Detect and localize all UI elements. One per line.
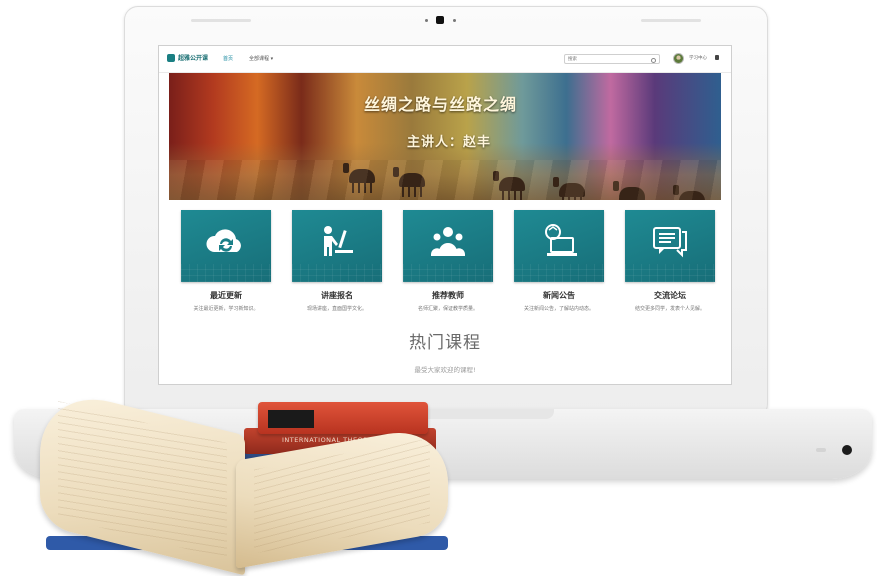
page-lines bbox=[58, 400, 227, 560]
lid-slot bbox=[191, 19, 251, 22]
top-nav: 超雅公开课 首页 全部课程 ▾ 搜索 学习中心 bbox=[159, 46, 731, 73]
feature-tile[interactable] bbox=[625, 210, 715, 282]
feature-recommended-teachers[interactable]: 推荐教师 名师汇聚，保证教学质量。 bbox=[403, 210, 493, 312]
feature-recent-updates[interactable]: 最近更新 关注最近更新，学习新知识。 bbox=[181, 210, 271, 312]
camel-silhouette bbox=[613, 181, 645, 200]
feature-grid: 最近更新 关注最近更新，学习新知识。 讲座报名 现场讲座，直面国学文化。 推荐教… bbox=[181, 210, 721, 328]
feature-desc: 关注新闻公告，了解站内动态。 bbox=[523, 306, 594, 312]
feature-tile[interactable] bbox=[181, 210, 271, 282]
feature-tile[interactable] bbox=[514, 210, 604, 282]
camel-silhouette bbox=[553, 177, 585, 200]
feature-news[interactable]: 新闻公告 关注新闻公告，了解站内动态。 bbox=[514, 210, 604, 312]
forum-icon bbox=[653, 227, 687, 258]
power-led bbox=[816, 448, 826, 452]
feature-tile[interactable] bbox=[403, 210, 493, 282]
logo-text: 超雅公开课 bbox=[178, 55, 209, 62]
feature-tile[interactable] bbox=[292, 210, 382, 282]
hot-courses-subtitle: 最受大家欢迎的课程! bbox=[414, 366, 476, 374]
user-center-link[interactable]: 学习中心 bbox=[689, 55, 707, 61]
hot-courses-title: 热门课程 bbox=[409, 333, 481, 353]
feature-desc: 结交更多同学，发表个人见解。 bbox=[634, 306, 705, 312]
feature-forum[interactable]: 交流论坛 结交更多同学，发表个人见解。 bbox=[625, 210, 715, 312]
book-stack: CE INTERNATIONAL THEORY bbox=[40, 384, 460, 576]
banner-speaker: 主讲人：赵丰 bbox=[407, 135, 492, 150]
hero-banner[interactable]: 丝绸之路与丝路之绸 主讲人：赵丰 bbox=[169, 73, 721, 200]
lecture-icon bbox=[324, 226, 353, 256]
logout-icon[interactable] bbox=[715, 55, 719, 60]
feature-title: 新闻公告 bbox=[543, 291, 575, 300]
cloud-sync-icon bbox=[206, 229, 241, 252]
page-lines bbox=[254, 438, 430, 554]
nav-all-courses[interactable]: 全部课程 ▾ bbox=[249, 55, 273, 62]
camera-dot bbox=[425, 19, 428, 22]
feature-title: 交流论坛 bbox=[654, 291, 686, 300]
power-button[interactable] bbox=[842, 445, 852, 455]
camel-silhouette bbox=[343, 163, 375, 193]
feature-desc: 现场讲座，直面国学文化。 bbox=[306, 306, 367, 312]
search-icon[interactable] bbox=[651, 58, 656, 63]
site-logo[interactable]: 超雅公开课 bbox=[167, 53, 208, 62]
feature-desc: 名师汇聚，保证教学质量。 bbox=[417, 306, 478, 312]
feature-lecture-signup[interactable]: 讲座报名 现场讲座，直面国学文化。 bbox=[292, 210, 382, 312]
banner-title: 丝绸之路与丝路之绸 bbox=[364, 95, 518, 114]
avatar[interactable] bbox=[673, 53, 684, 64]
teachers-icon bbox=[431, 227, 465, 256]
search-placeholder: 搜索 bbox=[568, 57, 577, 62]
search-input[interactable]: 搜索 bbox=[564, 54, 660, 64]
feature-desc: 关注最近更新，学习新知识。 bbox=[193, 306, 259, 312]
book-red-top bbox=[258, 402, 428, 434]
camel-silhouette bbox=[493, 171, 525, 200]
feature-title: 讲座报名 bbox=[321, 291, 353, 300]
nav-home[interactable]: 首页 bbox=[223, 55, 233, 62]
camel-silhouette bbox=[393, 167, 425, 197]
camel-silhouette bbox=[673, 185, 705, 200]
logo-icon bbox=[167, 53, 175, 62]
lid-slot bbox=[641, 19, 701, 22]
book-label bbox=[268, 410, 314, 428]
feature-title: 最近更新 bbox=[210, 291, 242, 300]
news-icon bbox=[545, 224, 577, 256]
camera-dot bbox=[453, 19, 456, 22]
laptop-screen: 超雅公开课 首页 全部课程 ▾ 搜索 学习中心 丝绸之路与丝路之绸 主讲人：赵丰 bbox=[158, 45, 732, 385]
camera-icon bbox=[436, 16, 444, 24]
feature-title: 推荐教师 bbox=[432, 291, 464, 300]
